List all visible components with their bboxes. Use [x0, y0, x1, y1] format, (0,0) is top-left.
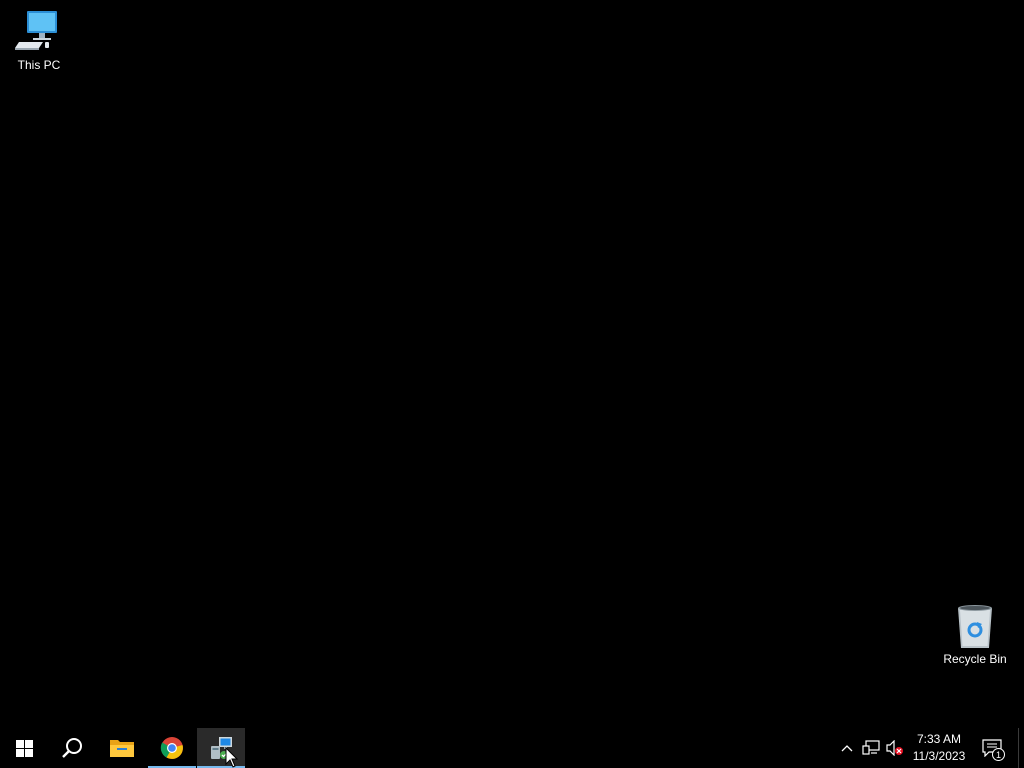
desktop-icon-label: Recycle Bin: [943, 652, 1007, 666]
taskbar: 7:33 AM 11/3/2023 1: [0, 728, 1024, 768]
search-icon: [62, 738, 82, 758]
desktop-icon-this-pc[interactable]: This PC: [2, 8, 76, 73]
file-explorer-icon: [110, 740, 134, 757]
action-center-button[interactable]: 1: [976, 728, 1008, 768]
desktop-icon-recycle-bin[interactable]: Recycle Bin: [938, 602, 1012, 667]
show-desktop-button[interactable]: [1018, 728, 1024, 768]
chevron-up-icon: [841, 745, 853, 752]
notification-count-badge: 1: [992, 748, 1005, 761]
taskbar-clock[interactable]: 7:33 AM 11/3/2023: [908, 728, 970, 768]
chrome-taskbar-button[interactable]: [148, 728, 196, 768]
clock-time: 7:33 AM: [916, 732, 962, 746]
windows-start-icon: [15, 739, 33, 757]
desktop-icon-label: This PC: [17, 58, 61, 72]
this-pc-icon: [15, 11, 57, 50]
start-button[interactable]: [0, 728, 48, 768]
mouse-cursor-icon: [225, 747, 239, 768]
file-explorer-taskbar-button[interactable]: [98, 728, 146, 768]
volume-tray-button[interactable]: [884, 728, 906, 768]
search-button[interactable]: [48, 728, 96, 768]
desktop: This PC Recycle Bin: [0, 0, 1024, 728]
chrome-icon: [160, 737, 183, 759]
clock-date: 11/3/2023: [912, 749, 966, 763]
show-hidden-icons-button[interactable]: [836, 728, 858, 768]
recycle-bin-icon: [958, 605, 992, 648]
network-icon: [862, 740, 880, 755]
volume-muted-icon: [886, 740, 903, 756]
network-tray-button[interactable]: [860, 728, 882, 768]
